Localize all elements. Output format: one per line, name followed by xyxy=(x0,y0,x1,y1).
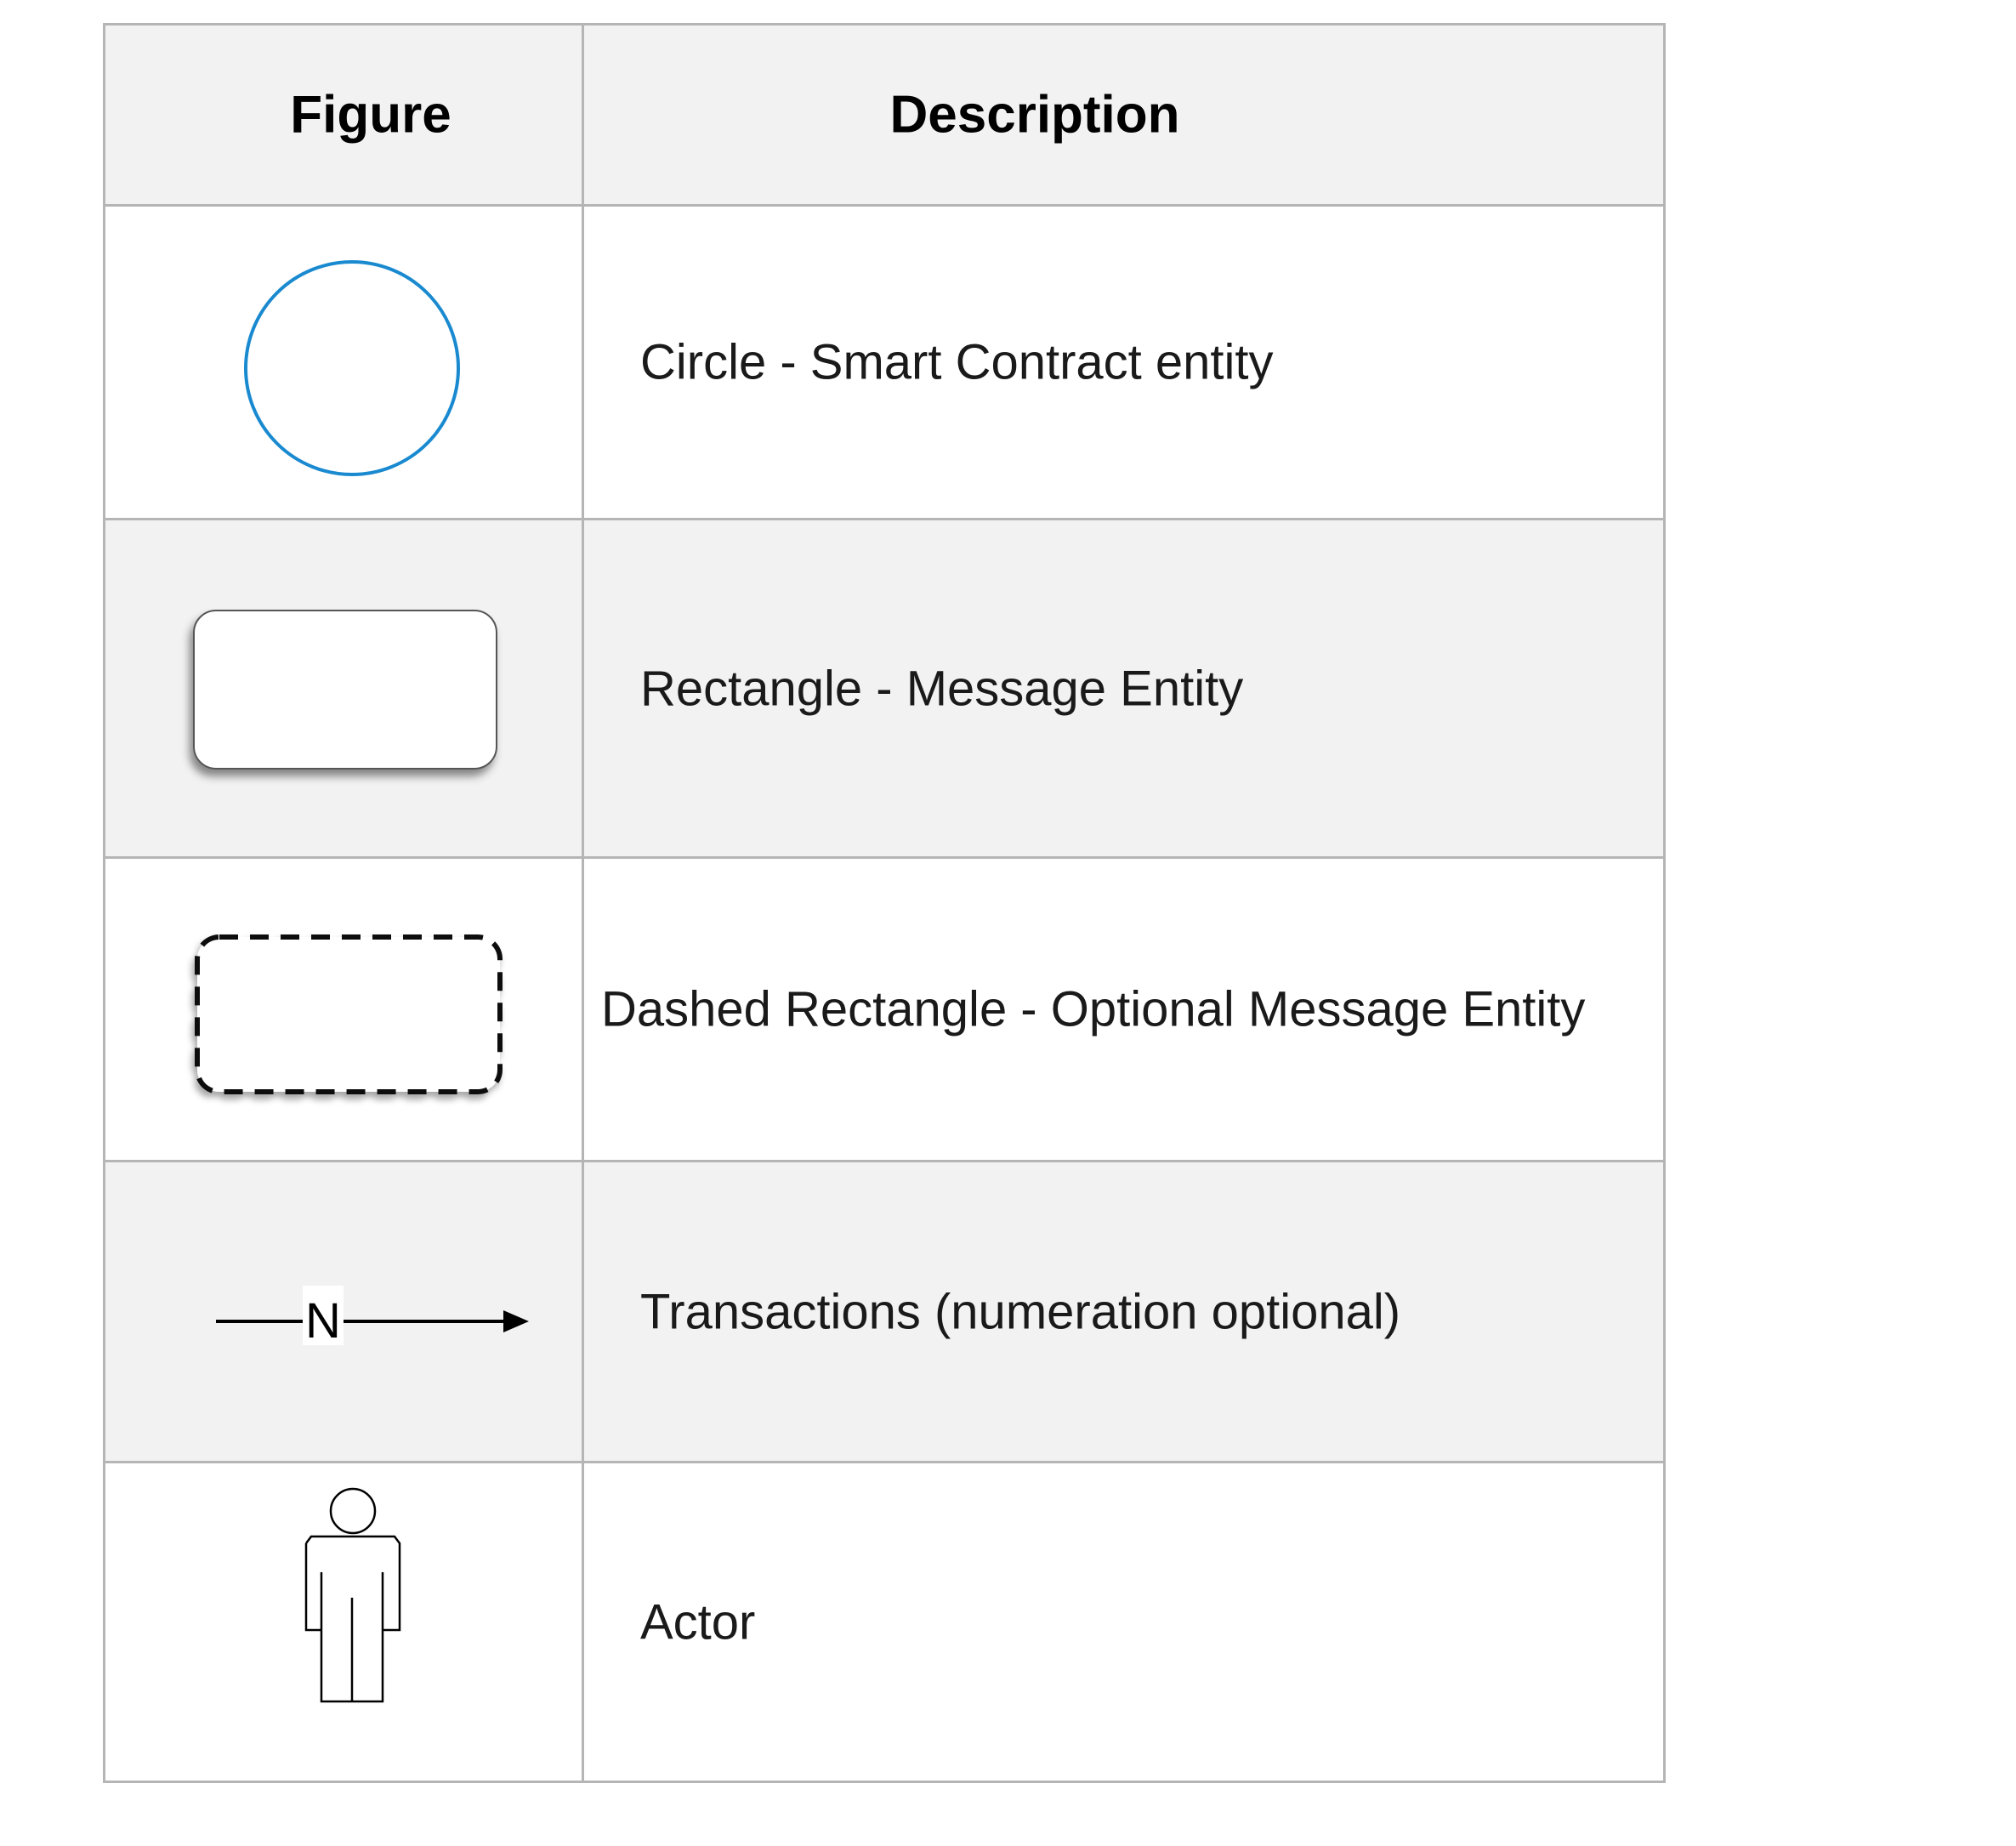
transaction-number-label: N xyxy=(305,1293,341,1349)
description-header: Description xyxy=(889,85,1180,145)
row-description: Rectangle - Message Entity xyxy=(640,661,1244,716)
description-cell: Transactions (numeration optional) xyxy=(584,1162,1663,1461)
table-row-actor: Actor xyxy=(105,1463,1663,1781)
row-description: Actor xyxy=(640,1594,756,1650)
table-row-dashed-rectangle: Dashed Rectangle - Optional Message Enti… xyxy=(105,859,1663,1162)
table-row-rectangle: Rectangle - Message Entity xyxy=(105,520,1663,859)
figure-header: Figure xyxy=(290,85,451,145)
description-cell: Dashed Rectangle - Optional Message Enti… xyxy=(584,859,1663,1160)
table-row-transactions: N Transactions (numeration optional) xyxy=(105,1162,1663,1463)
legend-table: Figure Description Circle - Smart Contra… xyxy=(103,23,1666,1783)
table-row-circle: Circle - Smart Contract entity xyxy=(105,207,1663,520)
dashed-rectangle-icon xyxy=(195,934,503,1094)
row-description: Transactions (numeration optional) xyxy=(640,1284,1401,1339)
figure-cell: N xyxy=(105,1162,582,1461)
description-cell: Actor xyxy=(584,1463,1663,1781)
actor-icon xyxy=(304,1487,401,1703)
figure-cell xyxy=(105,1463,582,1781)
rounded-rectangle-icon xyxy=(193,610,497,770)
arrow-icon: N xyxy=(216,1286,529,1349)
description-cell: Circle - Smart Contract entity xyxy=(584,207,1663,518)
row-description: Dashed Rectangle - Optional Message Enti… xyxy=(601,981,1586,1037)
header-cell-description: Description xyxy=(584,26,1663,204)
header-row: Figure Description xyxy=(105,26,1663,207)
circle-icon xyxy=(244,260,460,476)
description-cell: Rectangle - Message Entity xyxy=(584,520,1663,856)
figure-cell xyxy=(105,207,582,518)
figure-cell xyxy=(105,859,582,1160)
header-cell-figure: Figure xyxy=(105,26,582,204)
figure-cell xyxy=(105,520,582,856)
row-description: Circle - Smart Contract entity xyxy=(640,334,1274,390)
